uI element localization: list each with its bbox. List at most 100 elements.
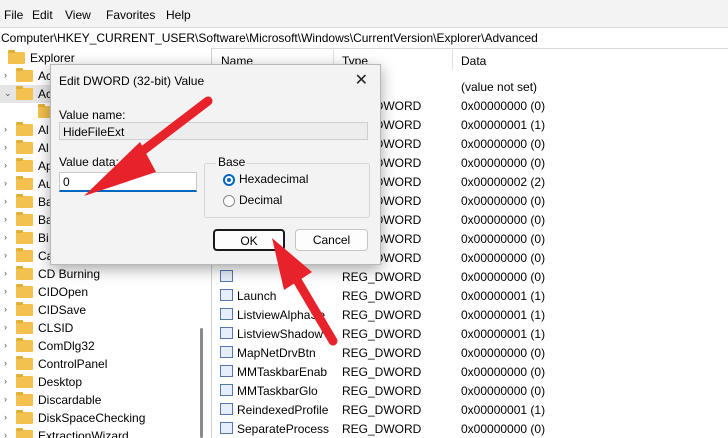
chevron-down-icon[interactable]: ⌄ [4,88,12,99]
column-header-data[interactable]: Data [461,54,486,68]
hexadecimal-label[interactable]: Hexadecimal [239,172,308,186]
address-path: Computer\HKEY_CURRENT_USER\Software\Micr… [1,31,538,45]
value-name: MMTaskbarGlo [237,384,318,398]
value-data: 0x00000000 (0) [461,99,546,113]
address-bar[interactable]: Computer\HKEY_CURRENT_USER\Software\Micr… [0,27,728,49]
chevron-right-icon[interactable]: › [4,304,7,314]
folder-icon [16,266,33,280]
tree-item-label: Al [38,123,49,137]
menu-favorites[interactable]: Favorites [106,8,155,22]
tree-item[interactable]: › CIDOpen [0,283,205,301]
chevron-right-icon[interactable]: › [4,142,7,152]
folder-icon [16,158,33,172]
reg-dword-icon [220,308,233,320]
dialog-title: Edit DWORD (32-bit) Value [59,74,205,88]
decimal-radio[interactable] [223,195,235,207]
chevron-right-icon[interactable]: › [4,214,7,224]
value-name: ReindexedProfile [237,403,329,417]
value-row[interactable]: MMTaskbarEnab REG_DWORD 0x00000000 (0) [212,362,728,381]
value-row[interactable]: SeparateProcess REG_DWORD 0x00000000 (0) [212,419,728,438]
tree-item[interactable]: › CD Burning [0,265,205,283]
value-name: SeparateProcess [237,422,330,436]
tree-item[interactable]: › CIDSave [0,301,205,319]
tree-item-label: ControlPanel [38,357,108,371]
tree-item[interactable]: › ExtractionWizard [0,427,205,438]
menu-help[interactable]: Help [166,8,191,22]
chevron-right-icon[interactable]: › [4,322,7,332]
value-row[interactable]: ListviewShadow REG_DWORD 0x00000001 (1) [212,324,728,343]
tree-item-label: ComDlg32 [38,339,95,353]
folder-icon [16,86,33,100]
folder-icon [16,140,33,154]
value-row[interactable]: MapNetDrvBtn REG_DWORD 0x00000000 (0) [212,343,728,362]
decimal-label[interactable]: Decimal [239,193,282,207]
reg-dword-icon [220,422,233,434]
value-row[interactable]: REG_DWORD 0x00000000 (0) [212,267,728,286]
value-data: 0x00000000 (0) [461,365,546,379]
value-row[interactable]: ReindexedProfile REG_DWORD 0x00000001 (1) [212,400,728,419]
value-data: 0x00000000 (0) [461,384,546,398]
menu-edit[interactable]: Edit [32,8,53,22]
value-type: REG_DWORD [342,365,422,379]
chevron-right-icon[interactable]: › [4,232,7,242]
menu-view[interactable]: View [65,8,91,22]
chevron-right-icon[interactable]: › [4,358,7,368]
value-data-label: Value data: [59,155,119,169]
tree-item[interactable]: › CLSID [0,319,205,337]
tree-item[interactable]: › ComDlg32 [0,337,205,355]
value-row[interactable]: Launch REG_DWORD 0x00000001 (1) [212,286,728,305]
folder-icon [16,320,33,334]
value-data: 0x00000000 (0) [461,194,546,208]
column-divider[interactable] [452,48,453,70]
folder-icon [16,212,33,226]
tree-item-label: CIDOpen [38,285,89,299]
value-data: 0x00000000 (0) [461,156,546,170]
chevron-right-icon[interactable]: › [4,250,7,260]
menu-file[interactable]: File [4,8,23,22]
tree-item[interactable]: › Desktop [0,373,205,391]
chevron-right-icon[interactable]: › [4,160,7,170]
folder-icon [16,248,33,262]
folder-icon [16,122,33,136]
chevron-right-icon[interactable]: › [4,412,7,422]
tree-item[interactable]: › DiskSpaceChecking [0,409,205,427]
value-row[interactable]: ListviewAlphaSe REG_DWORD 0x00000001 (1) [212,305,728,324]
edit-dword-dialog: Edit DWORD (32-bit) Value ✕ Value name: … [50,64,381,265]
tree-item-label: CLSID [38,321,74,335]
hexadecimal-radio[interactable] [223,174,235,186]
cancel-button[interactable]: Cancel [295,229,368,251]
chevron-right-icon[interactable]: › [4,70,7,80]
chevron-right-icon[interactable]: › [4,340,7,350]
value-data-input[interactable]: 0 [59,172,197,192]
tree-item-label: Discardable [38,393,102,407]
tree-item-label: Desktop [38,375,83,389]
value-data: 0x00000001 (1) [461,289,546,303]
chevron-right-icon[interactable]: › [4,268,7,278]
chevron-right-icon[interactable]: › [4,124,7,134]
value-data: 0x00000001 (1) [461,118,546,132]
tree-item-label: CD Burning [38,267,101,281]
reg-dword-icon [220,403,233,415]
reg-dword-icon [220,365,233,377]
reg-dword-icon [220,327,233,339]
folder-icon [16,194,33,208]
value-type: REG_DWORD [342,346,422,360]
chevron-right-icon[interactable]: › [4,376,7,386]
value-data-text: 0 [63,175,70,189]
value-data: 0x00000000 (0) [461,270,546,284]
value-data: 0x00000002 (2) [461,175,546,189]
tree-item[interactable]: › ControlPanel [0,355,205,373]
chevron-right-icon[interactable]: › [4,196,7,206]
value-row[interactable]: MMTaskbarGlo REG_DWORD 0x00000000 (0) [212,381,728,400]
tree-scrollbar-thumb[interactable] [200,328,203,438]
close-icon[interactable]: ✕ [355,70,368,90]
chevron-right-icon[interactable]: › [4,286,7,296]
base-group-label: Base [216,155,248,169]
chevron-right-icon[interactable]: › [4,178,7,188]
value-name: MMTaskbarEnab [237,365,328,379]
ok-button[interactable]: OK [213,229,285,251]
chevron-right-icon[interactable]: › [4,394,7,404]
chevron-right-icon[interactable]: › [4,430,7,438]
value-type: REG_DWORD [342,422,422,436]
tree-item[interactable]: › Discardable [0,391,205,409]
